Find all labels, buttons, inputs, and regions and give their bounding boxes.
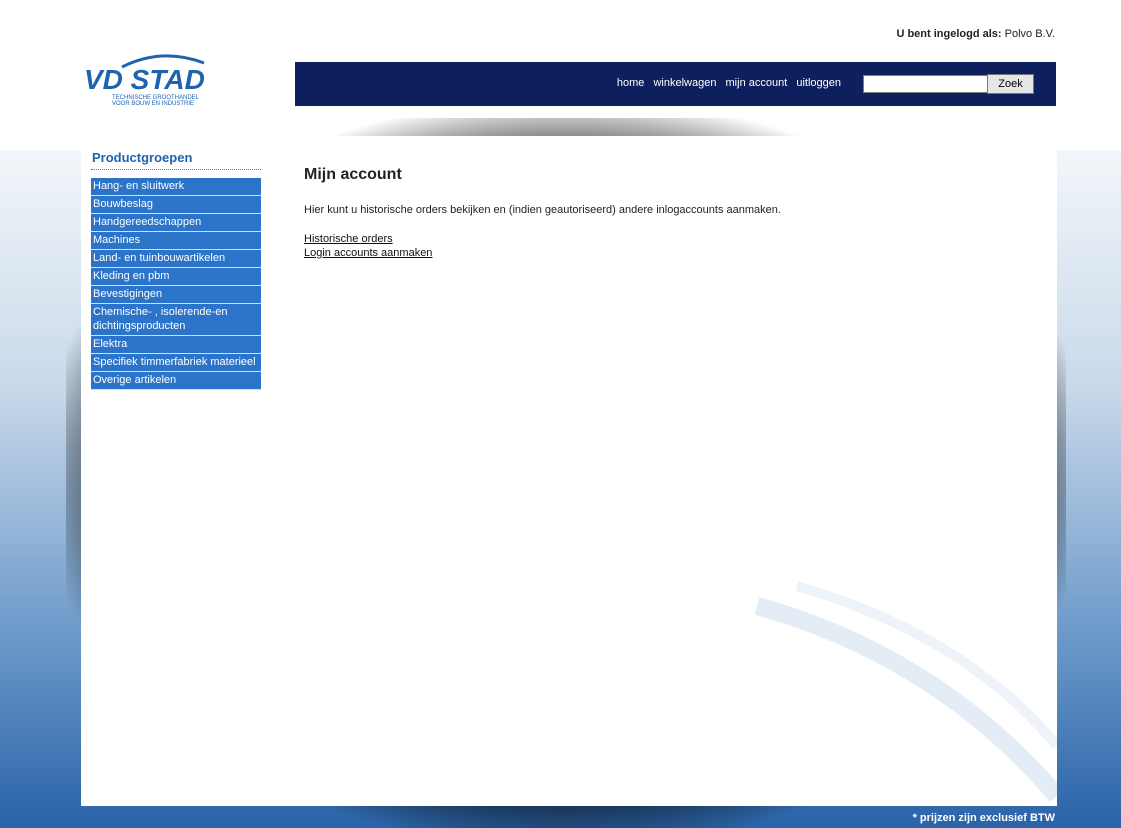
sidebar-divider xyxy=(91,169,261,170)
logo-icon: VD STAD TECHNISCHE GROOTHANDEL VOOR BOUW… xyxy=(84,54,205,107)
content-panel: Productgroepen Hang- en sluitwerk Bouwbe… xyxy=(81,136,1057,806)
nav-uitloggen[interactable]: uitloggen xyxy=(796,77,841,89)
login-label: U bent ingelogd als: xyxy=(896,28,1002,40)
search-button[interactable]: Zoek xyxy=(987,74,1034,94)
sidebar-item-chemische-producten[interactable]: Chemische- , isolerende-en dichtingsprod… xyxy=(91,304,261,336)
sidebar-item-timmerfabriek-materieel[interactable]: Specifiek timmerfabriek materieel xyxy=(91,354,261,372)
vat-note: * prijzen zijn exclusief BTW xyxy=(912,812,1055,824)
sidebar: Productgroepen Hang- en sluitwerk Bouwbe… xyxy=(91,150,261,390)
login-info: U bent ingelogd als: Polvo B.V. xyxy=(896,28,1055,40)
sidebar-item-handgereedschappen[interactable]: Handgereedschappen xyxy=(91,214,261,232)
main-content: Mijn account Hier kunt u historische ord… xyxy=(304,166,1004,260)
logo-text: VD STAD xyxy=(84,64,205,95)
search-input[interactable] xyxy=(863,75,989,93)
nav-mijn-account[interactable]: mijn account xyxy=(726,77,788,89)
logo-tagline-2: VOOR BOUW EN INDUSTRIE xyxy=(112,101,194,107)
historische-orders-link[interactable]: Historische orders xyxy=(304,232,1004,246)
sidebar-title: Productgroepen xyxy=(92,150,193,165)
login-accounts-link[interactable]: Login accounts aanmaken xyxy=(304,246,1004,260)
page-title: Mijn account xyxy=(304,166,402,183)
sidebar-item-kleding-en-pbm[interactable]: Kleding en pbm xyxy=(91,268,261,286)
sidebar-item-hang-en-sluitwerk[interactable]: Hang- en sluitwerk xyxy=(91,178,261,196)
company-logo[interactable]: VD STAD TECHNISCHE GROOTHANDEL VOOR BOUW… xyxy=(82,53,212,107)
top-navbar: home winkelwagen mijn account uitloggen … xyxy=(295,62,1056,106)
intro-text: Hier kunt u historische orders bekijken … xyxy=(304,204,781,216)
nav-home[interactable]: home xyxy=(617,77,645,89)
login-user: Polvo B.V. xyxy=(1004,28,1055,40)
nav-winkelwagen[interactable]: winkelwagen xyxy=(653,77,716,89)
sidebar-item-bouwbeslag[interactable]: Bouwbeslag xyxy=(91,196,261,214)
sidebar-item-land-en-tuinbouw[interactable]: Land- en tuinbouwartikelen xyxy=(91,250,261,268)
sidebar-item-elektra[interactable]: Elektra xyxy=(91,336,261,354)
decorative-swoosh xyxy=(754,581,1057,802)
sidebar-item-machines[interactable]: Machines xyxy=(91,232,261,250)
sidebar-item-bevestigingen[interactable]: Bevestigingen xyxy=(91,286,261,304)
nav-links: home winkelwagen mijn account uitloggen xyxy=(611,77,841,89)
sidebar-item-overige-artikelen[interactable]: Overige artikelen xyxy=(91,372,261,390)
